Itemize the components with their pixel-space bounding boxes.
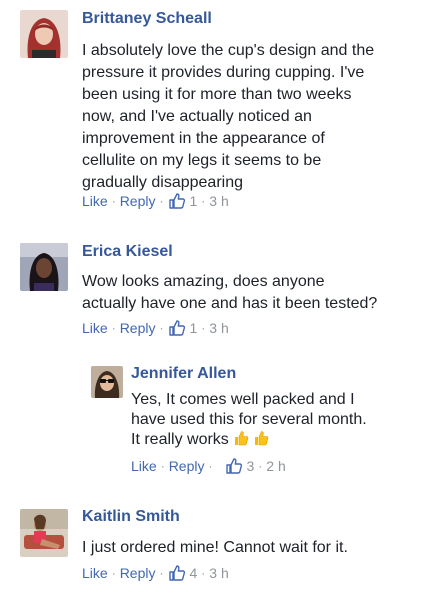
separator: · [160, 459, 165, 473]
thumbs-up-emoji-icon [253, 430, 269, 446]
like-count-thumb-icon [169, 193, 186, 209]
like-count[interactable]: 1 [189, 320, 197, 336]
reply-link[interactable]: Reply [120, 193, 156, 209]
timestamp[interactable]: 3 h [209, 193, 228, 209]
comment-text-line: improvement in the appearance of [82, 130, 325, 147]
separator: · [159, 566, 164, 580]
comment-text-line: gradually disappearing [82, 174, 243, 191]
comment-text-line: Wow looks amazing, does anyone [82, 273, 325, 290]
comment-text-line: cellulite on my legs it seems to be [82, 152, 322, 169]
separator: · [208, 459, 213, 473]
avatar[interactable] [20, 10, 68, 58]
comment-text-line: I absolutely love the cup's design and t… [82, 42, 375, 59]
like-count[interactable]: 4 [189, 565, 197, 581]
separator: · [159, 321, 164, 335]
separator: · [201, 321, 206, 335]
comment-text-line: Yes, It comes well packed and I [131, 391, 355, 408]
like-link[interactable]: Like [82, 193, 108, 209]
comment-actions: Like · Reply · 3 · 2 h [131, 458, 286, 474]
comment-actions: Like · Reply · 4 · 3 h [82, 565, 229, 581]
reply-link[interactable]: Reply [169, 458, 205, 474]
avatar[interactable] [20, 509, 68, 557]
separator: · [258, 459, 263, 473]
separator: · [111, 194, 116, 208]
commenter-name[interactable]: Brittaney Scheall [82, 10, 212, 28]
comment-text-line: I just ordered mine! Cannot wait for it. [82, 539, 348, 556]
commenter-name[interactable]: Erica Kiesel [82, 243, 173, 261]
like-link[interactable]: Like [82, 565, 108, 581]
like-count-thumb-icon [226, 458, 243, 474]
comment-actions: Like · Reply · 1 · 3 h [82, 320, 229, 336]
thumbs-up-emoji-icon [233, 430, 249, 446]
timestamp[interactable]: 3 h [209, 320, 228, 336]
reply-link[interactable]: Reply [120, 565, 156, 581]
like-count-thumb-icon [169, 565, 186, 581]
comment-text-line: actually have one and has it been tested… [82, 295, 378, 312]
commenter-name[interactable]: Jennifer Allen [131, 365, 236, 383]
separator: · [159, 194, 164, 208]
comment-text-line: pressure it provides during cupping. I'v… [82, 64, 365, 81]
avatar[interactable] [20, 243, 68, 291]
comment-text-line: been using it for more than two weeks [82, 86, 352, 103]
separator: · [201, 194, 206, 208]
comment-text-segment: It really works [131, 431, 229, 448]
commenter-name[interactable]: Kaitlin Smith [82, 508, 180, 526]
like-count[interactable]: 1 [189, 193, 197, 209]
separator: · [111, 321, 116, 335]
like-link[interactable]: Like [82, 320, 108, 336]
avatar[interactable] [91, 366, 123, 398]
timestamp[interactable]: 3 h [209, 565, 228, 581]
comment-text-line-with-emoji: It really works [131, 430, 269, 450]
reply-link[interactable]: Reply [120, 320, 156, 336]
comment-text-line: have used this for several month. [131, 411, 367, 428]
timestamp[interactable]: 2 h [266, 458, 285, 474]
separator: · [111, 566, 116, 580]
separator: · [201, 566, 206, 580]
like-link[interactable]: Like [131, 458, 157, 474]
like-count-thumb-icon [169, 320, 186, 336]
comment-text-line: now, and I've actually noticed an [82, 108, 312, 125]
like-count[interactable]: 3 [246, 458, 254, 474]
comment-actions: Like · Reply · 1 · 3 h [82, 193, 229, 209]
